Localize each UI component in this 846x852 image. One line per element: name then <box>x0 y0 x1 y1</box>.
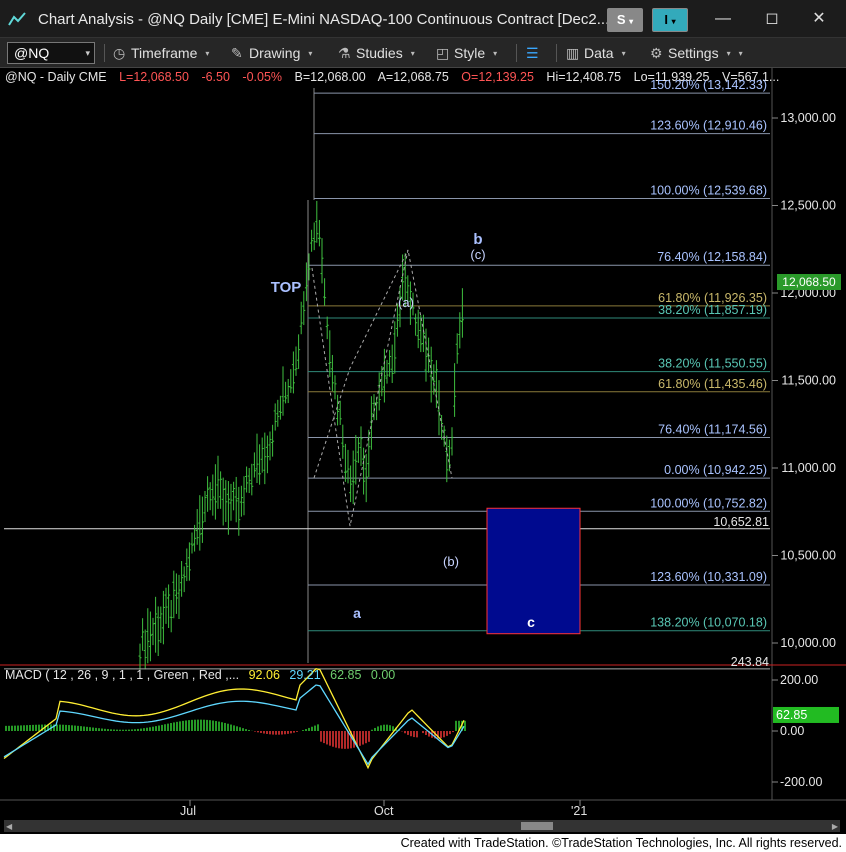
wave-label-a: a <box>353 605 361 621</box>
price-chart[interactable]: 13,000.0012,500.0012,000.0011,500.0011,0… <box>0 68 846 818</box>
macd-value-4: 0.00 <box>370 668 396 682</box>
maximize-icon[interactable]: ◻ <box>760 8 784 30</box>
macd-value-2: 29.21 <box>289 668 321 682</box>
fib-level-label: 0.00% (10,942.25) <box>664 463 767 477</box>
settings-menu[interactable]: ⚙ Settings ▾ ▾ <box>650 43 743 63</box>
macd-tick-label: 0.00 <box>780 724 804 738</box>
pencil-icon: ✎ <box>231 45 243 61</box>
wave-label-b: b <box>473 231 482 248</box>
chart-toolbar: @NQ ▾ ◷ Timeframe ▾ ✎ Drawing ▾ ⚗ Studies ▾ ◰ St… <box>0 38 846 68</box>
horizontal-scrollbar[interactable]: ◀ ▶ <box>4 820 840 832</box>
scroll-right-icon[interactable]: ▶ <box>832 822 838 831</box>
x-label-oct: Oct <box>374 804 394 818</box>
i-button[interactable]: I ▾ <box>652 8 688 32</box>
x-label-jul: Jul <box>180 804 196 818</box>
close-icon[interactable]: ✕ <box>807 8 831 30</box>
window-title: Chart Analysis - @NQ Daily [CME] E-Mini … <box>38 11 610 28</box>
s-button[interactable]: S ▾ <box>607 8 643 32</box>
macd-label: MACD ( 12 , 26 , 9 , 1 , 1 , Green , Red… <box>5 668 240 682</box>
layout-icon: ☰ <box>526 45 539 61</box>
minimize-icon[interactable]: — <box>711 8 735 30</box>
bar-chart-icon: ▥ <box>566 45 580 61</box>
wave-label-c: c <box>527 614 535 630</box>
drawing-menu[interactable]: ✎ Drawing ▾ <box>231 43 312 63</box>
macd-value-1: 92.06 <box>248 668 280 682</box>
macd-signal-line <box>3 684 465 766</box>
chart-app-icon <box>8 12 26 26</box>
macd-current-tag: 62.85 <box>776 708 807 722</box>
title-bar: Chart Analysis - @NQ Daily [CME] E-Mini … <box>0 0 846 38</box>
x-label-21: '21 <box>571 804 588 818</box>
wave-label-a-paren: (a) <box>398 295 414 310</box>
wave-label-b-paren: (b) <box>443 554 459 569</box>
scroll-left-icon[interactable]: ◀ <box>6 822 12 831</box>
macd-info-line: MACD ( 12 , 26 , 9 , 1 , 1 , Green , Red… <box>5 668 401 682</box>
symbol-input[interactable]: @NQ ▾ <box>7 42 95 64</box>
scroll-thumb[interactable] <box>521 822 553 830</box>
wave-label-c-paren: (c) <box>470 247 485 262</box>
fib-level-label: 38.20% (11,550.55) <box>658 357 767 371</box>
fib-level-label: 61.80% (11,435.46) <box>658 377 767 391</box>
flask-icon: ⚗ <box>338 45 351 61</box>
price-tick-label: 13,000.00 <box>780 111 836 125</box>
style-icon: ◰ <box>436 45 450 61</box>
current-price-tag: 12,068.50 <box>777 274 841 290</box>
fib-level-label: 76.40% (12,158.84) <box>657 250 767 264</box>
macd-tick-label: 200.00 <box>780 673 818 687</box>
fib-level-label: 138.20% (10,070.18) <box>650 616 767 630</box>
gear-icon: ⚙ <box>650 45 663 61</box>
fib-level-label: 38.20% (11,857.19) <box>658 303 767 317</box>
macd-value-3: 62.85 <box>330 668 362 682</box>
layout-button[interactable]: ☰ <box>526 43 544 63</box>
timeframe-menu[interactable]: ◷ Timeframe ▾ <box>113 43 209 63</box>
price-tick-label: 10,500.00 <box>780 549 836 563</box>
macd-line <box>3 668 465 770</box>
price-tick-label: 11,000.00 <box>781 461 836 475</box>
copyright-footer: Created with TradeStation. ©TradeStation… <box>0 834 846 852</box>
fib-level-label: 123.60% (12,910.46) <box>650 119 767 133</box>
macd-tick-label: -200.00 <box>780 775 822 789</box>
fib-level-label: 100.00% (12,539.68) <box>650 184 767 198</box>
style-menu[interactable]: ◰ Style ▾ <box>436 43 497 63</box>
fib-level-label: 123.60% (10,331.09) <box>650 570 767 584</box>
fib-level-label: 100.00% (10,752.82) <box>650 496 767 510</box>
price-tick-label: 10,000.00 <box>780 636 836 650</box>
clock-icon: ◷ <box>113 45 126 61</box>
macd-level-label: 243.84 <box>731 655 769 669</box>
data-menu[interactable]: ▥ Data ▾ <box>566 43 626 63</box>
support-line-label: 10,652.81 <box>713 515 769 529</box>
price-tick-label: 12,500.00 <box>780 199 836 213</box>
price-tick-label: 11,500.00 <box>781 374 836 388</box>
wave-label-top: TOP <box>271 279 302 296</box>
fib-level-label: 76.40% (11,174.56) <box>658 422 767 436</box>
studies-menu[interactable]: ⚗ Studies ▾ <box>338 43 415 63</box>
fib-level-label: 150.20% (13,142.33) <box>650 78 767 92</box>
